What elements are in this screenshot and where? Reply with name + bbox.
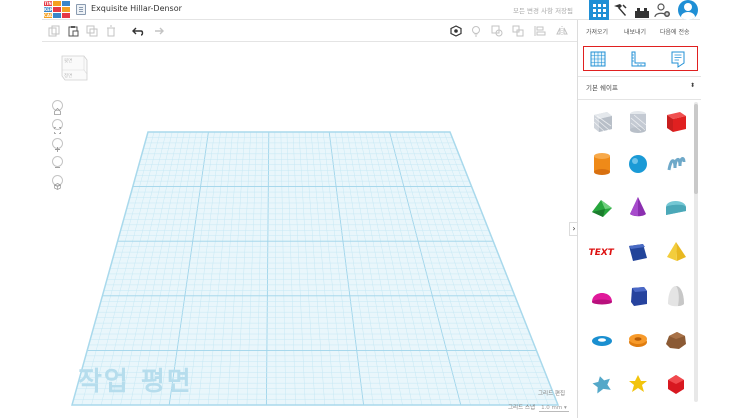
- shape-roof[interactable]: [589, 193, 615, 219]
- view-cube-front-label[interactable]: 정면: [64, 73, 72, 79]
- bricks-icon[interactable]: [634, 4, 650, 18]
- send-to-button[interactable]: 다음에 전송: [660, 27, 690, 36]
- workplane-label: 작업 평면: [78, 367, 193, 397]
- snap-grid-control: 그리드 스냅 1.0 mm ▾: [508, 403, 569, 412]
- shape-round-roof[interactable]: [663, 193, 689, 219]
- shape-category-label: 기본 쉐이프: [586, 84, 618, 92]
- shape-paraboloid[interactable]: [663, 282, 689, 308]
- 3d-design-view-button[interactable]: [589, 0, 609, 20]
- add-user-icon[interactable]: [654, 2, 670, 18]
- shape-cone[interactable]: [625, 193, 651, 219]
- delete-icon[interactable]: [105, 25, 117, 37]
- user-avatar[interactable]: [678, 0, 698, 20]
- panel-divider: [578, 76, 701, 77]
- shape-polygon[interactable]: [625, 282, 651, 308]
- shape-scribble[interactable]: [663, 150, 689, 176]
- snap-grid-select[interactable]: 1.0 mm ▾: [539, 405, 569, 412]
- shape-category-select[interactable]: 기본 쉐이프 ⬍: [586, 82, 695, 94]
- design-title[interactable]: Exquisite Hillar-Densor: [91, 4, 182, 13]
- ungroup-icon[interactable]: [512, 25, 524, 37]
- shape-torus[interactable]: [589, 326, 615, 352]
- zoom-out-icon[interactable]: [52, 156, 63, 168]
- shape-pyramid[interactable]: [663, 238, 689, 264]
- shape-wedge-box[interactable]: [625, 238, 651, 264]
- shape-cylinder[interactable]: [589, 150, 615, 176]
- redo-icon[interactable]: [152, 25, 164, 37]
- copy-icon[interactable]: [48, 25, 60, 37]
- select-chevron-icon: ⬍: [689, 82, 695, 89]
- tinkercad-logo[interactable]: TIN KER CAD: [44, 1, 71, 19]
- zoom-in-icon[interactable]: [52, 138, 63, 152]
- panel-actions: 가져오기 내보내기 다음에 전송: [578, 20, 701, 42]
- fit-view-icon[interactable]: [52, 119, 63, 134]
- shape-box-hole[interactable]: [589, 108, 615, 134]
- shape-icosahedron[interactable]: [663, 370, 689, 396]
- shapes-panel: 가져오기 내보내기 다음에 전송 기본 쉐이프 ⬍ TEXT: [577, 20, 701, 418]
- notes-icon[interactable]: [669, 50, 687, 68]
- design-icon: [76, 4, 86, 15]
- export-button[interactable]: 내보내기: [624, 27, 646, 36]
- logo-letters-3: CAD: [44, 13, 54, 18]
- snap-grid-label: 그리드 스냅: [508, 405, 536, 411]
- logo-letters-2: KER: [44, 7, 53, 12]
- import-button[interactable]: 가져오기: [586, 27, 608, 36]
- shape-cylinder-hole[interactable]: [625, 108, 651, 134]
- workplane-icon[interactable]: [589, 50, 607, 68]
- mirror-icon[interactable]: [556, 25, 568, 37]
- save-status: 모든 변경 사항 저장됨: [513, 7, 574, 15]
- shape-tube[interactable]: [625, 326, 651, 352]
- shape-half-sphere[interactable]: [589, 282, 615, 308]
- snap-grid-value: 1.0 mm: [541, 405, 563, 411]
- view-cube[interactable]: 윗면 정면: [58, 52, 90, 84]
- edit-toolbar: [42, 20, 577, 42]
- undo-icon[interactable]: [132, 25, 144, 37]
- light-bulb-icon[interactable]: [470, 25, 482, 37]
- panel-divider: [578, 99, 701, 100]
- home-view-icon[interactable]: [52, 100, 63, 115]
- group-icon[interactable]: [491, 25, 503, 37]
- shape-text[interactable]: TEXT: [587, 238, 615, 264]
- show-all-icon[interactable]: [450, 25, 462, 37]
- perspective-icon[interactable]: [52, 175, 63, 190]
- hammer-icon[interactable]: [612, 2, 628, 18]
- svg-text:TEXT: TEXT: [589, 248, 615, 258]
- shape-rock[interactable]: [663, 326, 689, 352]
- paste-icon[interactable]: [67, 25, 79, 37]
- logo-letters-1: TIN: [44, 1, 52, 6]
- ruler-icon[interactable]: [629, 50, 647, 68]
- duplicate-icon[interactable]: [86, 25, 98, 37]
- workplane-area[interactable]: 작업 평면: [42, 42, 577, 418]
- shape-star-gold[interactable]: [625, 370, 651, 396]
- edit-grid-button[interactable]: 그리드 편집: [538, 389, 565, 397]
- align-icon[interactable]: [534, 25, 546, 37]
- tinkercad-app: TIN KER CAD Exquisite Hillar-Densor 모든 변…: [0, 0, 743, 418]
- shape-box[interactable]: [663, 108, 689, 134]
- top-bar: TIN KER CAD Exquisite Hillar-Densor 모든 변…: [42, 0, 700, 20]
- shape-sphere[interactable]: [625, 150, 651, 176]
- shape-star[interactable]: [589, 370, 615, 396]
- shapes-scrollbar[interactable]: [694, 102, 698, 402]
- view-cube-top-label[interactable]: 윗면: [64, 58, 72, 64]
